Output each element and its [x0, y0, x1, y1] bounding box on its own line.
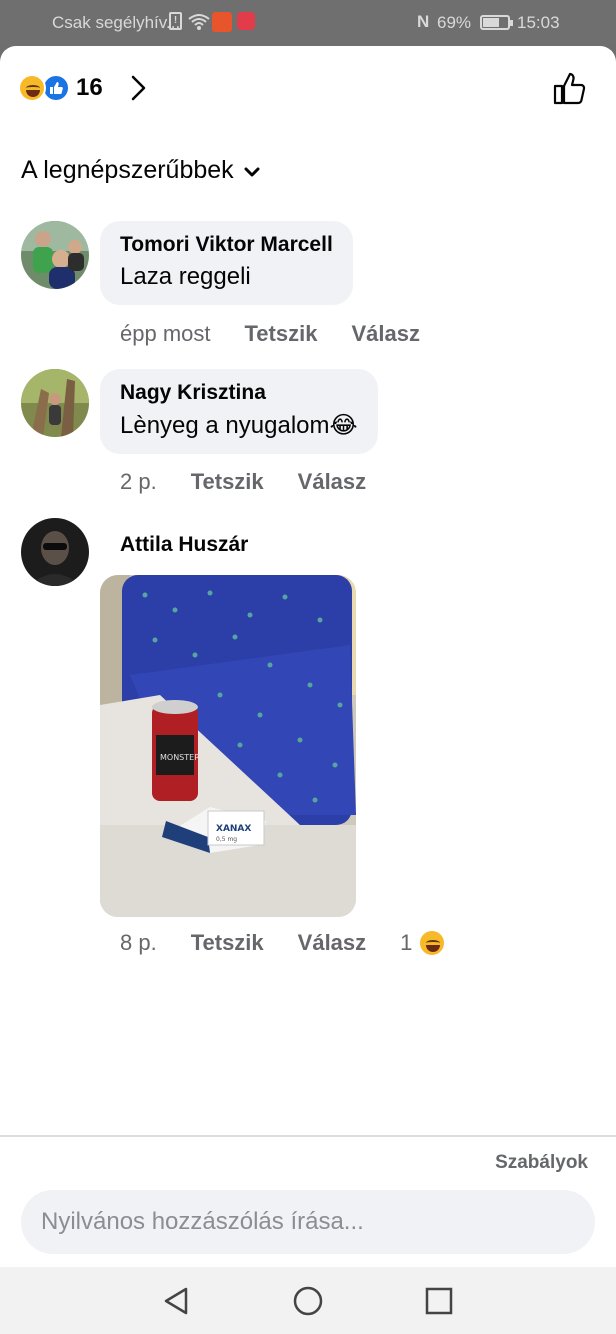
carrier-label: Csak segélyhív...	[52, 13, 181, 32]
huawei-app-icon	[237, 12, 255, 30]
sort-label: A legnépszerűbbek	[21, 156, 234, 184]
battery-percent: 69%	[437, 13, 472, 32]
comment-text: Lènyeg a nyugalom😂	[120, 411, 358, 440]
status-bar: Csak segélyhív... ! N 69% 15:03	[0, 0, 616, 46]
can-label: MONSTER	[160, 753, 200, 762]
like-comment-button[interactable]: Tetszik	[191, 469, 264, 495]
reactions-summary[interactable]: 16	[18, 72, 103, 104]
haha-icon	[418, 929, 447, 957]
wifi-icon	[188, 13, 210, 36]
sort-dropdown[interactable]: A legnépszerűbbek	[21, 156, 260, 185]
comment-reactions[interactable]: 1	[400, 929, 480, 957]
comment-photo[interactable]: MONSTER XANAX 0,5 mg	[100, 575, 356, 917]
comment-author[interactable]: Attila Huszár	[120, 533, 248, 557]
haha-icon	[18, 74, 46, 102]
comment-bubble[interactable]: Tomori Viktor Marcell Laza reggeli	[100, 221, 353, 305]
reply-button[interactable]: Válasz	[298, 469, 367, 495]
like-outline-icon[interactable]	[552, 70, 588, 111]
comment-time: 8 p.	[120, 930, 157, 955]
comment-text-body: Lènyeg a nyugalom	[120, 412, 330, 439]
avatar[interactable]	[21, 221, 89, 289]
divider	[0, 1135, 616, 1137]
android-nav-bar	[0, 1267, 616, 1334]
comment-text: Laza reggeli	[120, 263, 251, 290]
back-icon[interactable]	[160, 1285, 192, 1322]
comment-time: 2 p.	[120, 469, 157, 494]
like-comment-button[interactable]: Tetszik	[245, 321, 318, 347]
comment-author[interactable]: Nagy Krisztina	[120, 381, 358, 405]
crying-laughing-emoji: 😂	[329, 411, 358, 439]
comment-author[interactable]: Tomori Viktor Marcell	[120, 233, 333, 257]
battery-icon	[480, 15, 513, 30]
comment-reaction-count: 1	[400, 930, 413, 955]
nfc-icon: N	[417, 12, 430, 31]
comment-bubble[interactable]: Nagy Krisztina Lènyeg a nyugalom😂	[100, 369, 378, 454]
comment-input[interactable]	[21, 1190, 595, 1254]
box-label: XANAX	[216, 824, 251, 834]
reply-button[interactable]: Válasz	[298, 930, 367, 956]
comment-time: épp most	[120, 321, 211, 346]
home-icon[interactable]	[292, 1285, 324, 1322]
sim-icon: !	[169, 12, 182, 30]
rules-link[interactable]: Szabályok	[495, 1152, 588, 1174]
like-icon	[42, 74, 70, 102]
chevron-down-icon	[244, 156, 260, 185]
reactions-count: 16	[76, 74, 103, 101]
box-sublabel: 0,5 mg	[216, 836, 237, 843]
like-comment-button[interactable]: Tetszik	[191, 930, 264, 956]
recents-icon[interactable]	[423, 1285, 455, 1322]
chevron-right-icon[interactable]	[128, 74, 148, 107]
avatar[interactable]	[21, 518, 89, 586]
reply-button[interactable]: Válasz	[351, 321, 420, 347]
comments-sheet: 16 A legnépszerűbbek Tomori Viktor Marce…	[0, 46, 616, 1334]
notification-app-icon	[212, 12, 232, 32]
comment-actions: épp most Tetszik Válasz	[120, 321, 454, 347]
avatar[interactable]	[21, 369, 89, 437]
comment-actions: 2 p. Tetszik Válasz	[120, 469, 400, 495]
comment-actions: 8 p. Tetszik Válasz 1	[120, 929, 514, 957]
clock: 15:03	[517, 13, 560, 32]
